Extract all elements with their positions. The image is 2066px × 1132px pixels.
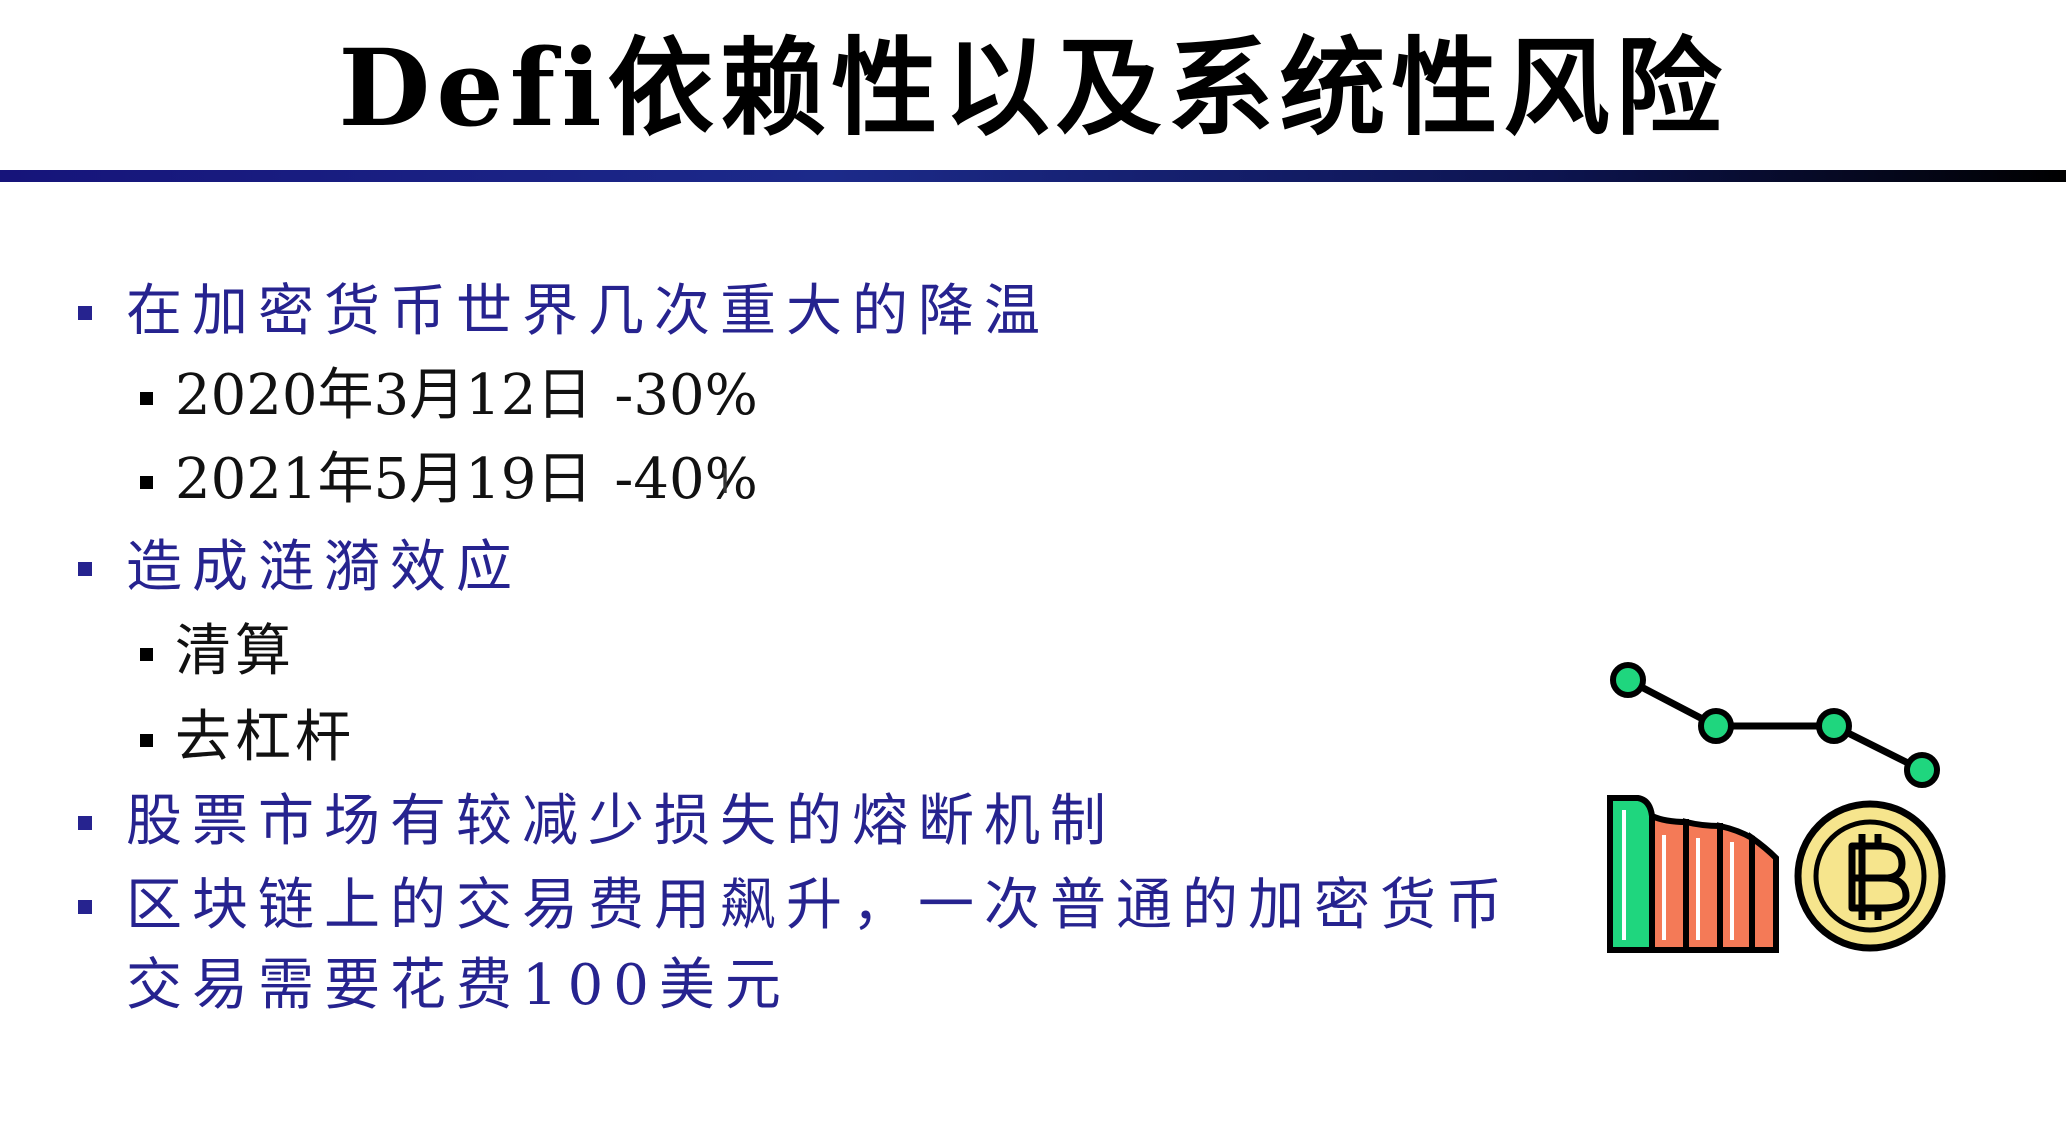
bullet-text: 在加密货币世界几次重大的降温: [126, 279, 1050, 344]
sub-bullet-change: -40%: [614, 447, 758, 512]
bullet-text: 造成涟漪效应: [126, 535, 522, 600]
sub-bullet-liquidation: 清算: [140, 612, 295, 692]
sub-bullet-date: 2020年3月12日: [175, 363, 593, 428]
crypto-crash-illustration: [1607, 662, 1946, 953]
bullet-ripple-effect: 造成涟漪效应: [78, 528, 522, 608]
bullet-text: 股票市场有较减少损失的熔断机制: [126, 789, 1116, 854]
bullet-circuit-breaker: 股票市场有较减少损失的熔断机制: [78, 782, 1116, 862]
sub-bullet-date-2: 2021年5月19日 -40%: [140, 440, 758, 520]
bullet-marker: [78, 306, 92, 320]
sub-bullet-date-1: 2020年3月12日 -30%: [140, 356, 758, 436]
bullet-text: 区块链上的交易费用飙升，一次普通的加密货币交易需要花费100美元: [126, 873, 1512, 1018]
bullet-marker: [78, 816, 92, 830]
bar-chart-icon: [1607, 795, 1779, 953]
text-cursor-icon: I: [720, 462, 731, 502]
falling-line-chart-icon: [1610, 662, 1940, 788]
bullet-transaction-fees: 区块链上的交易费用飙升，一次普通的加密货币交易需要花费100美元: [78, 866, 1546, 1026]
bullet-marker: [78, 900, 92, 914]
bullet-marker: [78, 562, 92, 576]
sub-bullet-text: 去杠杆: [175, 705, 355, 770]
sub-bullet-change: -30%: [614, 363, 758, 428]
sub-bullet-marker: [140, 648, 153, 661]
bitcoin-coin-icon: [1794, 800, 1946, 952]
sub-bullet-marker: [140, 734, 153, 747]
bullet-cooldowns: 在加密货币世界几次重大的降温: [78, 272, 1050, 352]
sub-bullet-deleverage: 去杠杆: [140, 698, 355, 778]
sub-bullet-marker: [140, 476, 153, 489]
sub-bullet-date: 2021年5月19日: [175, 447, 593, 512]
sub-bullet-text: 清算: [175, 619, 295, 684]
sub-bullet-marker: [140, 392, 153, 405]
